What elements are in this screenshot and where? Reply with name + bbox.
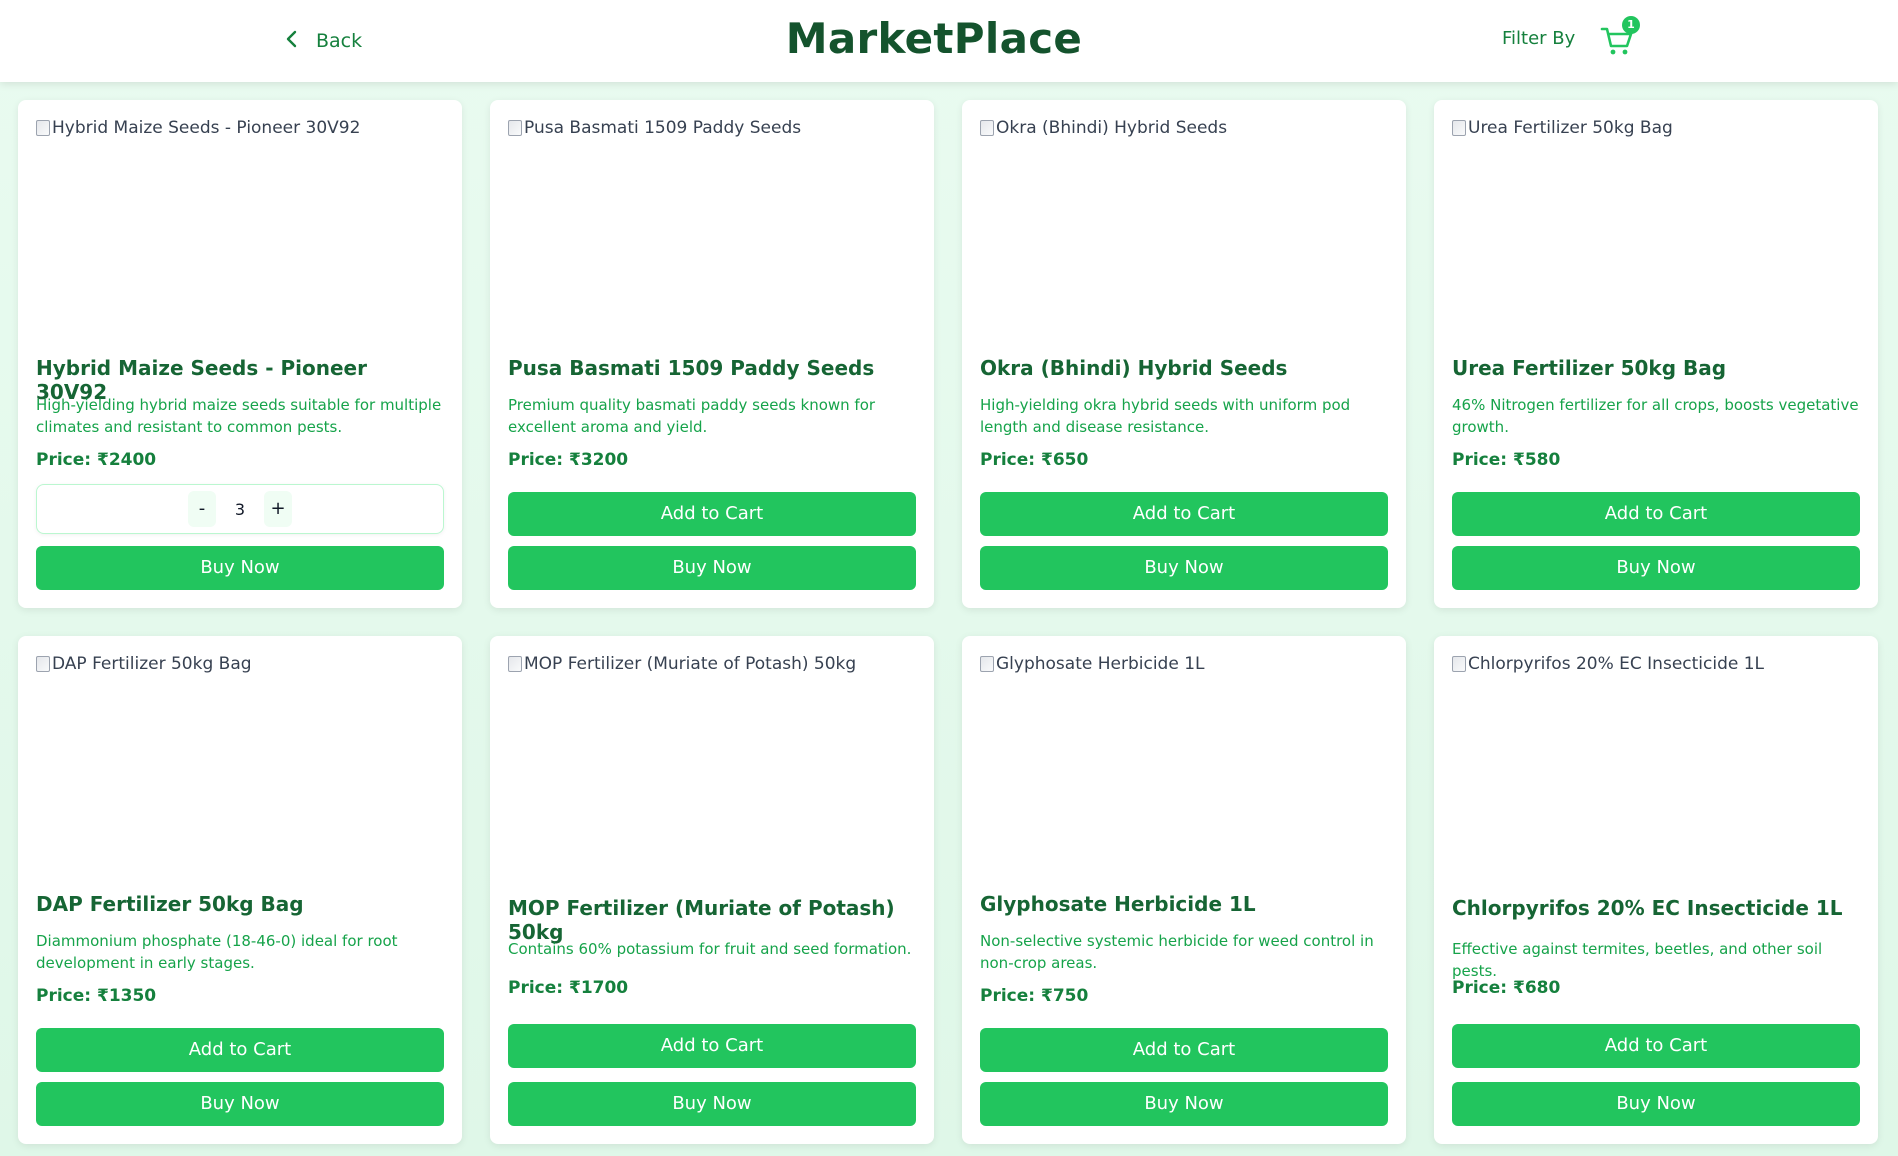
- add-to-cart-button[interactable]: Add to Cart: [1452, 492, 1860, 536]
- broken-image-icon: [508, 120, 522, 136]
- broken-image-icon: [980, 120, 994, 136]
- product-card: Pusa Basmati 1509 Paddy Seeds Pusa Basma…: [490, 100, 934, 608]
- product-card: DAP Fertilizer 50kg Bag DAP Fertilizer 5…: [18, 636, 462, 1144]
- product-description: Diammonium phosphate (18-46-0) ideal for…: [36, 932, 398, 972]
- product-image: Glyphosate Herbicide 1L: [980, 654, 1388, 874]
- product-name: DAP Fertilizer 50kg Bag: [36, 892, 304, 916]
- decrease-quantity-button[interactable]: -: [188, 491, 216, 527]
- product-price: Price: ₹580: [1452, 450, 1561, 470]
- product-card: MOP Fertilizer (Muriate of Potash) 50kg …: [490, 636, 934, 1144]
- broken-image-icon: [980, 656, 994, 672]
- product-card: Glyphosate Herbicide 1L Glyphosate Herbi…: [962, 636, 1406, 1144]
- add-to-cart-button[interactable]: Add to Cart: [980, 492, 1388, 536]
- product-name: Okra (Bhindi) Hybrid Seeds: [980, 356, 1288, 380]
- top-bar: Back MarketPlace Filter By 1: [0, 0, 1898, 82]
- buy-now-button[interactable]: Buy Now: [980, 1082, 1388, 1126]
- product-price: Price: ₹650: [980, 450, 1089, 470]
- buy-now-button[interactable]: Buy Now: [1452, 546, 1860, 590]
- product-price: Price: ₹1350: [36, 986, 157, 1006]
- page-title: MarketPlace: [785, 14, 1083, 63]
- image-alt-text: Hybrid Maize Seeds - Pioneer 30V92: [52, 118, 361, 138]
- broken-image-icon: [36, 120, 50, 136]
- product-image: Chlorpyrifos 20% EC Insecticide 1L: [1452, 654, 1860, 874]
- product-name: Urea Fertilizer 50kg Bag: [1452, 356, 1727, 380]
- image-alt-text: MOP Fertilizer (Muriate of Potash) 50kg: [524, 654, 857, 674]
- broken-image-icon: [36, 656, 50, 672]
- product-description: 46% Nitrogen fertilizer for all crops, b…: [1452, 396, 1859, 436]
- broken-image-icon: [1452, 120, 1466, 136]
- buy-now-button[interactable]: Buy Now: [508, 1082, 916, 1126]
- product-card: Hybrid Maize Seeds - Pioneer 30V92 Hybri…: [18, 100, 462, 608]
- product-image: MOP Fertilizer (Muriate of Potash) 50kg: [508, 654, 916, 874]
- add-to-cart-button[interactable]: Add to Cart: [980, 1028, 1388, 1072]
- product-grid: Hybrid Maize Seeds - Pioneer 30V92 Hybri…: [18, 100, 1878, 1144]
- product-image: Pusa Basmati 1509 Paddy Seeds: [508, 118, 916, 338]
- quantity-stepper: - 3 +: [36, 484, 444, 534]
- product-price: Price: ₹1700: [508, 978, 629, 998]
- product-description: Non-selective systemic herbicide for wee…: [980, 932, 1374, 972]
- product-description: Effective against termites, beetles, and…: [1452, 940, 1823, 980]
- product-name: Pusa Basmati 1509 Paddy Seeds: [508, 356, 875, 380]
- add-to-cart-button[interactable]: Add to Cart: [508, 1024, 916, 1068]
- cart-count-badge: 1: [1622, 16, 1640, 34]
- product-name: MOP Fertilizer (Muriate of Potash) 50kg: [508, 896, 895, 944]
- filter-by-button[interactable]: Filter By: [1502, 28, 1575, 49]
- add-to-cart-button[interactable]: Add to Cart: [36, 1028, 444, 1072]
- image-alt-text: Glyphosate Herbicide 1L: [996, 654, 1205, 674]
- product-description: High-yielding hybrid maize seeds suitabl…: [36, 396, 442, 436]
- buy-now-button[interactable]: Buy Now: [36, 546, 444, 590]
- product-card: Urea Fertilizer 50kg Bag Urea Fertilizer…: [1434, 100, 1878, 608]
- cart-button[interactable]: 1: [1600, 16, 1640, 58]
- product-name: Glyphosate Herbicide 1L: [980, 892, 1256, 916]
- image-alt-text: Okra (Bhindi) Hybrid Seeds: [996, 118, 1228, 138]
- add-to-cart-button[interactable]: Add to Cart: [1452, 1024, 1860, 1068]
- image-alt-text: Chlorpyrifos 20% EC Insecticide 1L: [1468, 654, 1765, 674]
- product-price: Price: ₹3200: [508, 450, 629, 470]
- image-alt-text: DAP Fertilizer 50kg Bag: [52, 654, 252, 674]
- product-description: Premium quality basmati paddy seeds know…: [508, 396, 876, 436]
- image-alt-text: Pusa Basmati 1509 Paddy Seeds: [524, 118, 802, 138]
- broken-image-icon: [508, 656, 522, 672]
- product-image: Hybrid Maize Seeds - Pioneer 30V92: [36, 118, 444, 338]
- buy-now-button[interactable]: Buy Now: [980, 546, 1388, 590]
- product-card: Okra (Bhindi) Hybrid Seeds Okra (Bhindi)…: [962, 100, 1406, 608]
- product-price: Price: ₹2400: [36, 450, 157, 470]
- buy-now-button[interactable]: Buy Now: [36, 1082, 444, 1126]
- product-description: High-yielding okra hybrid seeds with uni…: [980, 396, 1351, 436]
- product-name: Chlorpyrifos 20% EC Insecticide 1L: [1452, 896, 1843, 920]
- product-image: Urea Fertilizer 50kg Bag: [1452, 118, 1860, 338]
- image-alt-text: Urea Fertilizer 50kg Bag: [1468, 118, 1673, 138]
- quantity-value: 3: [234, 499, 246, 519]
- buy-now-button[interactable]: Buy Now: [508, 546, 916, 590]
- product-price: Price: ₹750: [980, 986, 1089, 1006]
- product-price: Price: ₹680: [1452, 978, 1561, 998]
- buy-now-button[interactable]: Buy Now: [1452, 1082, 1860, 1126]
- add-to-cart-button[interactable]: Add to Cart: [508, 492, 916, 536]
- product-image: Okra (Bhindi) Hybrid Seeds: [980, 118, 1388, 338]
- broken-image-icon: [1452, 656, 1466, 672]
- product-description: Contains 60% potassium for fruit and see…: [508, 940, 912, 958]
- product-card: Chlorpyrifos 20% EC Insecticide 1L Chlor…: [1434, 636, 1878, 1144]
- product-image: DAP Fertilizer 50kg Bag: [36, 654, 444, 874]
- increase-quantity-button[interactable]: +: [264, 491, 292, 527]
